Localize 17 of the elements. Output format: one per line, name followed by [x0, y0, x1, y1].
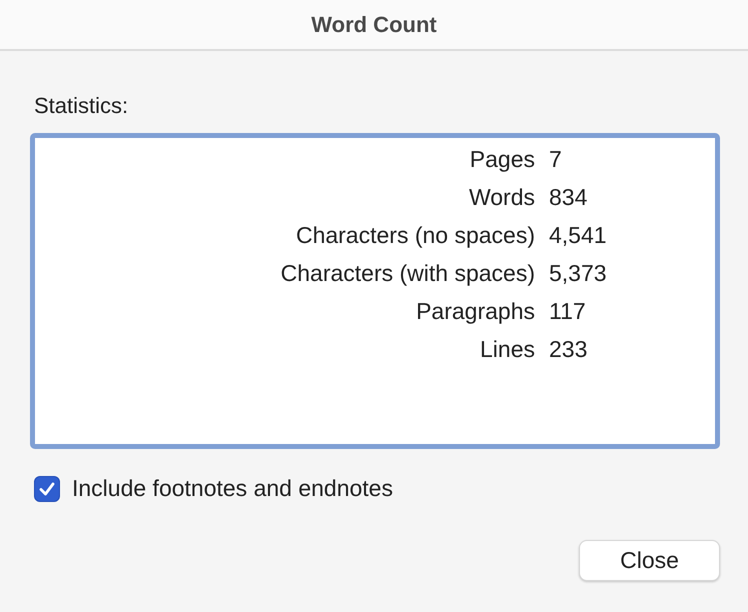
statistic-value: 233	[549, 336, 588, 363]
statistic-value: 117	[549, 298, 587, 325]
statistic-value: 834	[549, 184, 588, 211]
statistic-value: 5,373	[549, 260, 608, 287]
checkbox-label: Include footnotes and endnotes	[72, 475, 393, 502]
statistic-value: 7	[549, 146, 563, 173]
window-title: Word Count	[311, 12, 437, 38]
statistic-name: Characters (no spaces)	[294, 222, 535, 249]
close-button[interactable]: Close	[579, 540, 720, 581]
statistic-name: Words	[468, 184, 535, 211]
statistic-name: Lines	[479, 336, 535, 363]
statistic-name: Pages	[468, 146, 535, 173]
statistic-value: 4,541	[549, 222, 608, 249]
checkbox[interactable]	[34, 476, 60, 502]
statistic-name: Paragraphs	[415, 298, 535, 325]
statistic-name: Characters (with spaces)	[280, 260, 535, 287]
statistics-label: Statistics:	[34, 93, 130, 119]
